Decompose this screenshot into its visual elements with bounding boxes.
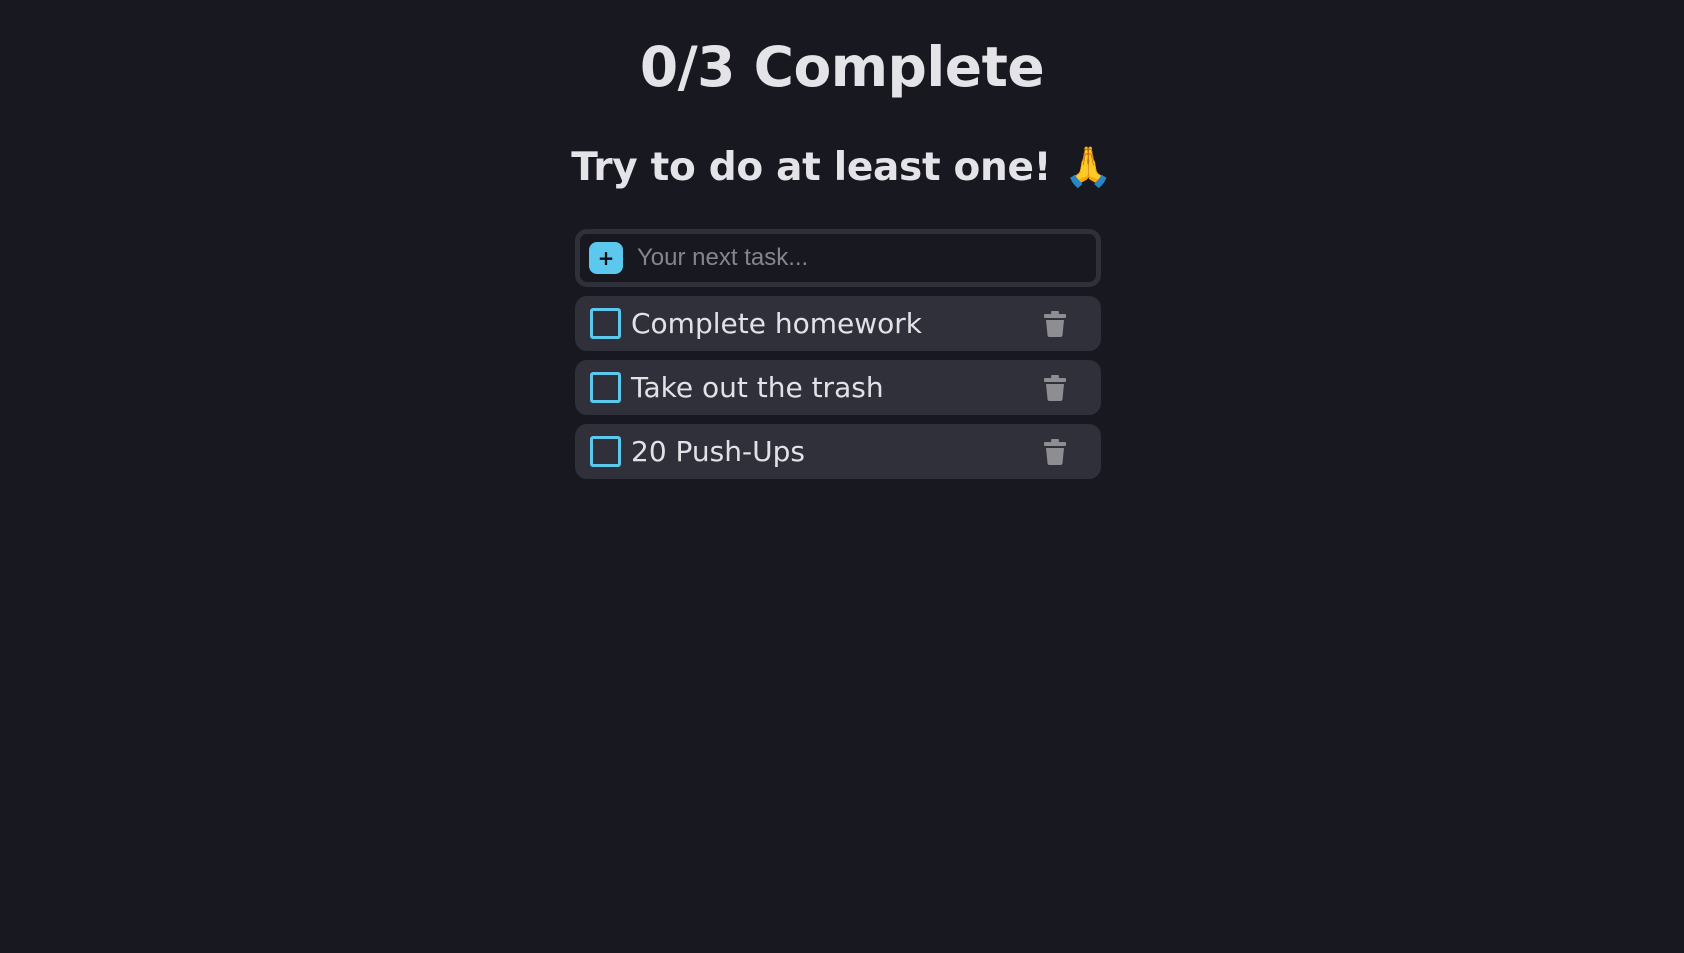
- task-label: Take out the trash: [631, 371, 884, 404]
- delete-task-button[interactable]: [1041, 437, 1069, 467]
- task-label: 20 Push-Ups: [631, 435, 805, 468]
- motivation-message: Try to do at least one! 🙏: [571, 145, 1113, 190]
- new-task-form: +: [575, 229, 1101, 287]
- task-checkbox[interactable]: [590, 372, 621, 403]
- trash-icon: [1044, 311, 1066, 337]
- task-item: Take out the trash: [575, 360, 1101, 415]
- new-task-input[interactable]: [637, 238, 1077, 278]
- task-checkbox[interactable]: [590, 436, 621, 467]
- task-panel: + Complete homework Take out the trash: [575, 229, 1101, 479]
- trash-icon: [1044, 375, 1066, 401]
- delete-task-button[interactable]: [1041, 373, 1069, 403]
- task-checkbox[interactable]: [590, 308, 621, 339]
- task-item: Complete homework: [575, 296, 1101, 351]
- delete-task-button[interactable]: [1041, 309, 1069, 339]
- plus-icon: +: [597, 246, 615, 270]
- task-item: 20 Push-Ups: [575, 424, 1101, 479]
- progress-counter: 0/3 Complete: [639, 35, 1045, 99]
- task-label: Complete homework: [631, 307, 922, 340]
- trash-icon: [1044, 439, 1066, 465]
- todo-app: 0/3 Complete Try to do at least one! 🙏 +…: [0, 0, 1684, 953]
- add-task-button[interactable]: +: [589, 242, 623, 274]
